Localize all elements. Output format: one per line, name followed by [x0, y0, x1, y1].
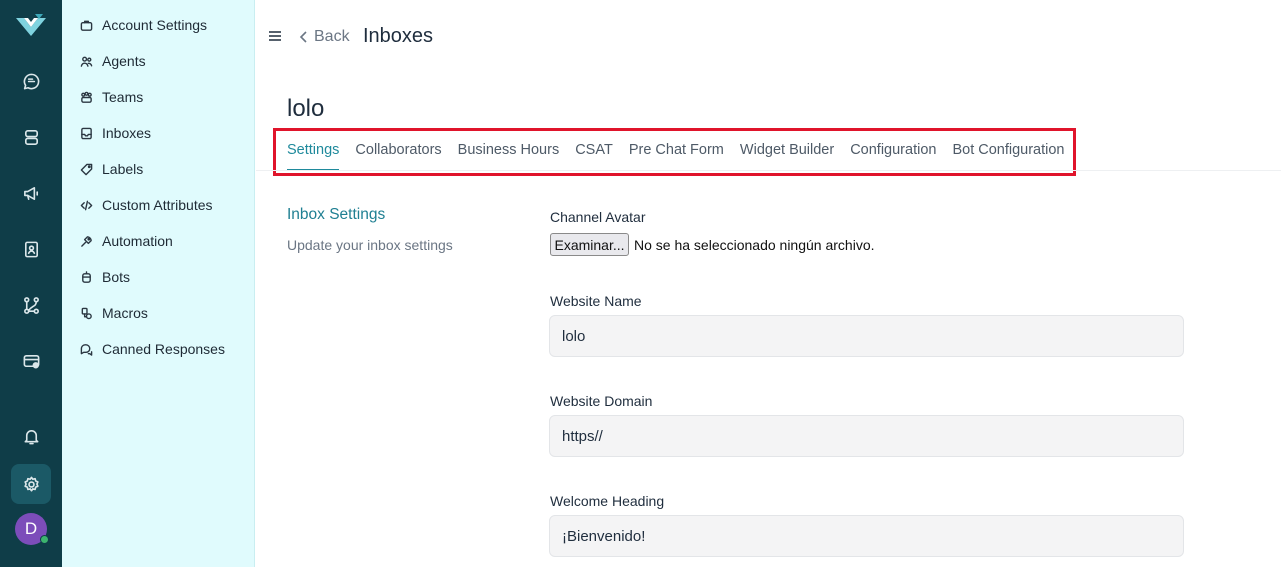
tag-icon: [80, 163, 93, 175]
browse-file-button[interactable]: Examinar...: [550, 233, 629, 256]
chevron-left-icon: [299, 31, 307, 43]
sidebar-item-canned-responses[interactable]: Canned Responses: [80, 337, 225, 361]
channel-avatar-label: Channel Avatar: [550, 209, 646, 225]
online-status-indicator: [40, 535, 49, 544]
avatar-initial: D: [24, 519, 38, 538]
reports-icon[interactable]: [11, 229, 51, 269]
bot-icon: [82, 270, 91, 283]
briefcase-icon: [80, 20, 93, 31]
conversations-icon[interactable]: [11, 61, 51, 101]
sidebar-item-label: Inboxes: [102, 125, 152, 141]
people-icon: [80, 56, 93, 67]
inbox-icon: [81, 127, 92, 139]
welcome-heading-input[interactable]: ¡Bienvenido!: [549, 515, 1184, 557]
back-label: Back: [314, 28, 350, 45]
sidebar-item-teams[interactable]: Teams: [80, 85, 143, 109]
code-icon: [80, 200, 93, 210]
sidebar-item-labels[interactable]: Labels: [80, 157, 143, 181]
integrations-icon[interactable]: [11, 285, 51, 325]
contacts-icon[interactable]: [11, 117, 51, 157]
tab-csat[interactable]: CSAT: [575, 140, 613, 171]
automation-icon: [81, 235, 92, 247]
channel-avatar-file-input: Examinar... No se ha seleccionado ningún…: [550, 233, 875, 256]
user-avatar[interactable]: D: [15, 513, 49, 545]
tab-configuration[interactable]: Configuration: [850, 140, 936, 171]
campaigns-icon[interactable]: [11, 173, 51, 213]
website-name-input[interactable]: lolo: [549, 315, 1184, 357]
tab-bot-configuration[interactable]: Bot Configuration: [952, 140, 1064, 171]
sidebar-item-label: Macros: [102, 305, 148, 321]
welcome-heading-value: ¡Bienvenido!: [562, 527, 646, 545]
settings-sidebar: Account Settings Agents Teams Inboxes La…: [62, 0, 255, 567]
notifications-icon[interactable]: [11, 416, 51, 456]
app-logo-icon[interactable]: [14, 10, 48, 40]
welcome-heading-label: Welcome Heading: [550, 493, 665, 509]
sidebar-item-bots[interactable]: Bots: [80, 265, 130, 289]
team-icon: [81, 91, 92, 103]
sidebar-item-label: Bots: [102, 269, 131, 285]
sidebar-item-label: Account Settings: [102, 17, 208, 33]
tab-pre-chat-form[interactable]: Pre Chat Form: [629, 140, 724, 171]
sidebar-item-label: Automation: [102, 233, 173, 249]
sidebar-item-inboxes[interactable]: Inboxes: [80, 121, 151, 145]
section-title: Inbox Settings: [287, 206, 386, 223]
website-domain-label: Website Domain: [550, 393, 653, 409]
website-domain-input[interactable]: https//: [549, 415, 1184, 457]
macro-icon: [81, 307, 92, 319]
billing-icon[interactable]: [11, 341, 51, 381]
sidebar-item-macros[interactable]: Macros: [80, 301, 148, 325]
settings-icon[interactable]: [11, 464, 51, 504]
page-title: Inboxes: [363, 25, 434, 47]
sidebar-item-custom-attributes[interactable]: Custom Attributes: [80, 193, 213, 217]
tab-settings[interactable]: Settings: [287, 140, 340, 171]
chat-bubbles-icon: [80, 343, 93, 356]
tab-business-hours[interactable]: Business Hours: [458, 140, 560, 171]
tabs-divider: [256, 170, 1281, 171]
sidebar-item-label: Canned Responses: [102, 341, 225, 357]
sidebar-item-label: Agents: [102, 53, 146, 69]
tab-widget-builder[interactable]: Widget Builder: [740, 140, 834, 171]
sidebar-item-account-settings[interactable]: Account Settings: [80, 13, 207, 37]
tab-collaborators[interactable]: Collaborators: [355, 140, 441, 171]
file-status-text: No se ha seleccionado ningún archivo.: [634, 236, 875, 253]
website-domain-value: https//: [562, 427, 603, 445]
section-subtitle: Update your inbox settings: [287, 237, 453, 253]
inbox-name: lolo: [287, 95, 325, 122]
sidebar-item-label: Teams: [102, 89, 144, 105]
website-name-value: lolo: [562, 327, 586, 345]
website-name-label: Website Name: [550, 293, 642, 309]
page-header: Back Inboxes: [256, 22, 856, 54]
sidebar-item-agents[interactable]: Agents: [80, 49, 146, 73]
menu-icon[interactable]: [269, 31, 281, 41]
back-button[interactable]: Back: [299, 28, 350, 46]
primary-rail: D: [0, 0, 62, 567]
sidebar-item-automation[interactable]: Automation: [80, 229, 173, 253]
inbox-tabs: Settings Collaborators Business Hours CS…: [287, 140, 1081, 171]
main-content: Back Inboxes lolo Settings Collaborators…: [256, 0, 1281, 567]
sidebar-item-label: Custom Attributes: [102, 197, 213, 213]
sidebar-item-label: Labels: [102, 161, 144, 177]
